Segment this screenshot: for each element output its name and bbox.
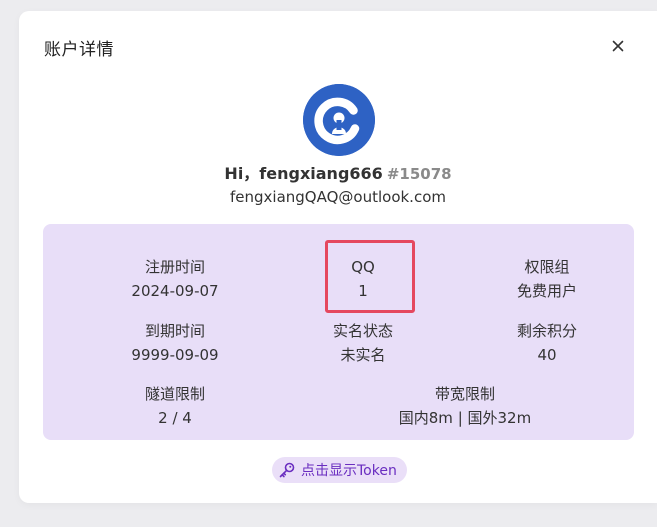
realname-status-label: 实名状态 xyxy=(332,322,393,340)
remaining-points-value: 40 xyxy=(537,346,557,364)
remaining-points-field: 剩余积分 40 xyxy=(467,320,627,366)
key-icon xyxy=(279,462,295,478)
user-email: fengxiangQAQ@outlook.com xyxy=(230,188,446,206)
account-info-panel: 注册时间 2024-09-07 QQ 1 权限组 免费用户 到期时间 9999-… xyxy=(43,224,634,440)
permission-group-label: 权限组 xyxy=(524,258,570,276)
brand-logo-icon xyxy=(303,84,375,156)
user-id: #15078 xyxy=(386,165,452,183)
register-time-value: 2024-09-07 xyxy=(131,282,219,300)
modal-title: 账户详情 xyxy=(44,40,114,60)
remaining-points-label: 剩余积分 xyxy=(516,322,577,340)
show-token-button[interactable]: 点击显示Token xyxy=(272,457,407,483)
bandwidth-limit-field: 带宽限制 国内8m | 国外32m xyxy=(345,383,585,429)
qq-highlight-box xyxy=(325,240,415,313)
close-icon xyxy=(612,40,624,52)
greeting-line: Hi，fengxiang666 #15078 xyxy=(19,160,657,184)
permission-group-value: 免费用户 xyxy=(516,282,577,300)
tunnel-limit-label: 隧道限制 xyxy=(144,385,205,403)
permission-group-field: 权限组 免费用户 xyxy=(467,256,627,302)
realname-status-field: 实名状态 未实名 xyxy=(283,320,443,366)
tunnel-limit-field: 隧道限制 2 / 4 xyxy=(95,383,255,429)
bandwidth-limit-value: 国内8m | 国外32m xyxy=(398,409,532,427)
expire-time-label: 到期时间 xyxy=(144,322,205,340)
expire-time-field: 到期时间 9999-09-09 xyxy=(95,320,255,366)
bandwidth-limit-label: 带宽限制 xyxy=(434,385,495,403)
expire-time-value: 9999-09-09 xyxy=(131,346,219,364)
show-token-label: 点击显示Token xyxy=(301,463,397,479)
close-button[interactable] xyxy=(607,35,629,57)
account-details-modal: 账户详情 Hi，fengxiang666 #15078 fengxiangQAQ@… xyxy=(19,11,657,503)
register-time-field: 注册时间 2024-09-07 xyxy=(95,256,255,302)
greeting-text: Hi，fengxiang666 xyxy=(224,164,383,183)
tunnel-limit-value: 2 / 4 xyxy=(158,409,192,427)
register-time-label: 注册时间 xyxy=(144,258,205,276)
realname-status-value: 未实名 xyxy=(340,346,386,364)
avatar xyxy=(303,84,375,156)
